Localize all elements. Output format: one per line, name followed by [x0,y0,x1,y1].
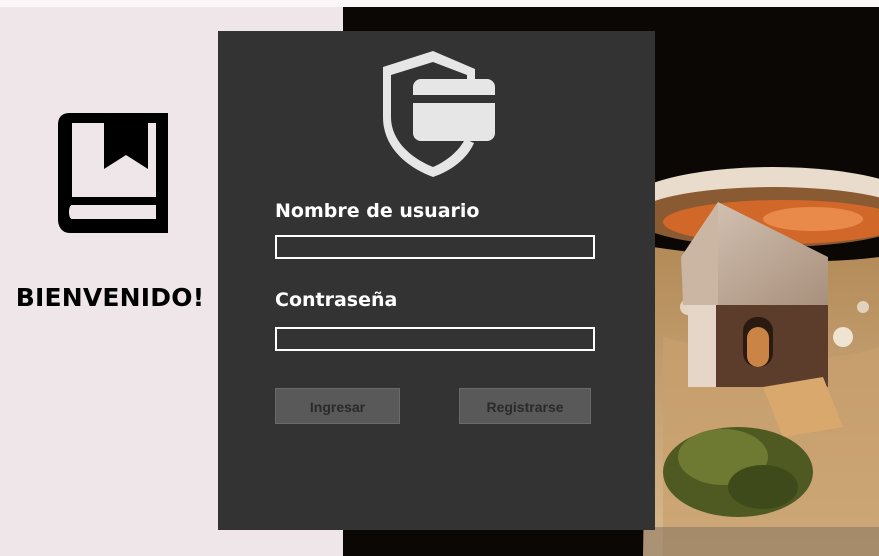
book-icon [58,113,168,233]
username-label: Nombre de usuario [275,200,480,222]
password-label: Contraseña [275,289,398,311]
login-button[interactable]: Ingresar [275,388,400,424]
password-input[interactable] [275,327,595,351]
welcome-title: BIENVENIDO! [15,283,205,312]
login-card: Nombre de usuario Contraseña Ingresar Re… [218,31,655,530]
register-button[interactable]: Registrarse [459,388,591,424]
shield-card-icon [383,51,495,177]
username-input[interactable] [275,235,595,259]
window-top-strip [0,0,879,7]
